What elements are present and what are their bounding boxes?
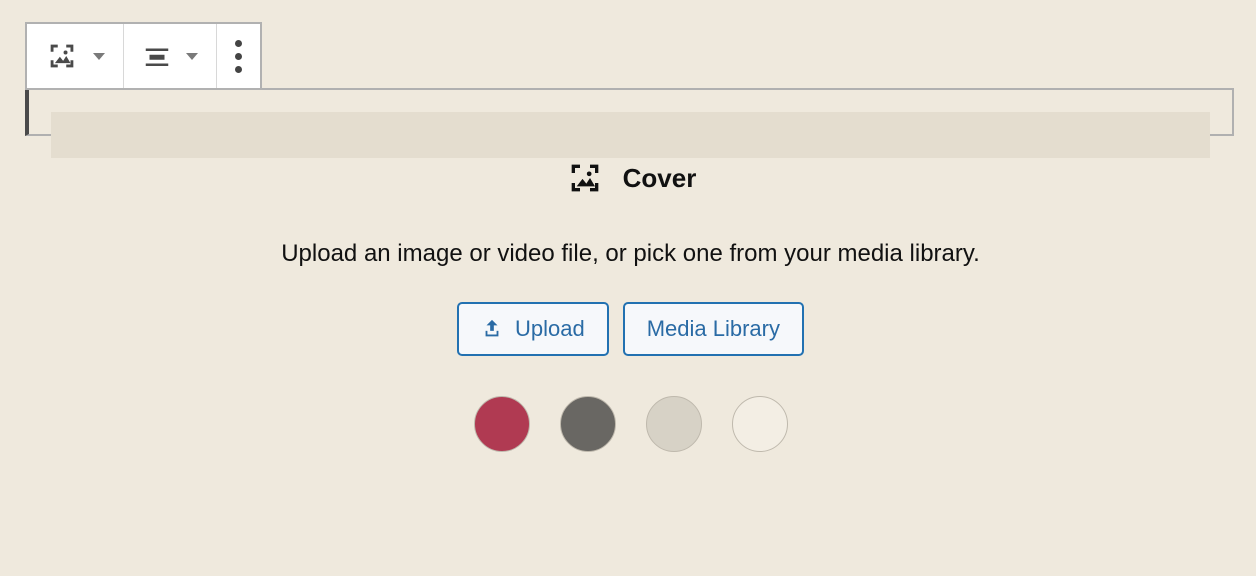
placeholder-actions: Upload Media Library bbox=[457, 302, 804, 356]
more-vertical-icon bbox=[235, 40, 242, 73]
placeholder-header: Cover bbox=[565, 158, 697, 198]
color-swatch-row bbox=[474, 396, 788, 452]
cover-image-icon bbox=[45, 39, 79, 73]
color-swatch-ivory[interactable] bbox=[732, 396, 788, 452]
upload-button-label: Upload bbox=[515, 316, 585, 342]
media-library-button[interactable]: Media Library bbox=[623, 302, 804, 356]
upload-button[interactable]: Upload bbox=[457, 302, 609, 356]
placeholder-title: Cover bbox=[623, 163, 697, 194]
color-swatch-pale-stone[interactable] bbox=[646, 396, 702, 452]
alignment-control[interactable] bbox=[124, 24, 217, 88]
cover-placeholder: Cover Upload an image or video file, or … bbox=[51, 112, 1210, 158]
media-library-button-label: Media Library bbox=[647, 316, 780, 342]
cover-image-icon bbox=[565, 158, 605, 198]
placeholder-description: Upload an image or video file, or pick o… bbox=[281, 240, 980, 268]
chevron-down-icon bbox=[93, 53, 105, 60]
color-swatch-crimson[interactable] bbox=[474, 396, 530, 452]
block-toolbar bbox=[25, 22, 262, 90]
more-options-button[interactable] bbox=[217, 24, 260, 88]
upload-icon bbox=[481, 318, 503, 340]
color-swatch-charcoal[interactable] bbox=[560, 396, 616, 452]
align-center-icon bbox=[142, 41, 172, 71]
block-type-switcher[interactable] bbox=[27, 24, 124, 88]
cover-block-wrapper: Cover Upload an image or video file, or … bbox=[25, 88, 1234, 136]
chevron-down-icon bbox=[186, 53, 198, 60]
